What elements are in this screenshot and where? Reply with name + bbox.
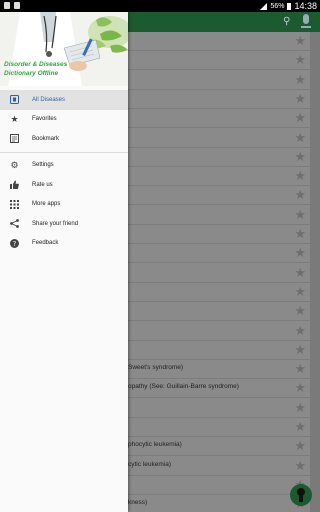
menu-item-label: Feedback — [32, 240, 59, 247]
menu-item-label: Share your friend — [32, 220, 79, 227]
image-notification-icon — [4, 2, 10, 9]
favorite-star-icon[interactable]: ★ — [294, 168, 306, 184]
list-icon — [10, 95, 19, 104]
menu-item-settings[interactable]: ⚙ Settings — [0, 156, 128, 176]
list-item-text: kness) — [128, 499, 148, 507]
list-item-text: opathy (See: Guillain-Barre syndrome) — [128, 383, 239, 391]
menu-item-label: Bookmark — [32, 135, 60, 142]
status-right: 56% 14:38 — [260, 1, 317, 11]
menu-item-bookmark[interactable]: Bookmark — [0, 129, 128, 149]
favorite-star-icon[interactable]: ★ — [294, 419, 306, 435]
fast-scrollbar[interactable] — [310, 32, 320, 512]
share-icon — [10, 219, 19, 228]
favorite-star-icon[interactable]: ★ — [294, 458, 306, 474]
list-item-text: phocytic leukemia) — [128, 441, 182, 449]
status-bar: 56% 14:38 — [0, 0, 320, 12]
favorite-star-icon[interactable]: ★ — [294, 400, 306, 416]
favorite-star-icon[interactable]: ★ — [294, 265, 306, 281]
status-left — [4, 2, 20, 9]
battery-percent: 56% — [270, 2, 285, 10]
star-icon: ★ — [10, 113, 19, 124]
navigation-drawer: Disorder & Diseases Dictionary Offline A… — [0, 12, 128, 512]
favorite-star-icon[interactable]: ★ — [294, 342, 306, 358]
list-item-text: Sweet's syndrome) — [128, 364, 184, 372]
app-title: Disorder & Diseases Dictionary Offline — [4, 60, 67, 78]
favorite-star-icon[interactable]: ★ — [294, 72, 306, 88]
menu-item-feedback[interactable]: ? Feedback — [0, 234, 128, 254]
drawer-menu: All Diseases ★ Favorites Bookmark ⚙ Sett… — [0, 86, 128, 253]
favorite-star-icon[interactable]: ★ — [294, 226, 306, 242]
menu-item-share[interactable]: Share your friend — [0, 214, 128, 234]
favorite-star-icon[interactable]: ★ — [294, 33, 306, 49]
battery-icon — [287, 2, 292, 10]
menu-item-label: Settings — [32, 162, 54, 169]
gear-icon: ⚙ — [10, 159, 19, 170]
menu-item-label: Favorites — [32, 116, 57, 123]
favorite-star-icon[interactable]: ★ — [294, 245, 306, 261]
menu-item-label: Rate us — [32, 181, 53, 188]
favorite-star-icon[interactable]: ★ — [294, 207, 306, 223]
help-icon: ? — [10, 238, 19, 248]
menu-item-more-apps[interactable]: More apps — [0, 195, 128, 215]
favorite-star-icon[interactable]: ★ — [294, 110, 306, 126]
favorite-star-icon[interactable]: ★ — [294, 187, 306, 203]
favorite-star-icon[interactable]: ★ — [294, 303, 306, 319]
favorite-star-icon[interactable]: ★ — [294, 438, 306, 454]
lock-fab-button[interactable] — [290, 484, 312, 506]
menu-item-label: More apps — [32, 201, 61, 208]
svg-text:?: ? — [13, 240, 17, 248]
bookmark-icon — [10, 134, 19, 143]
list-item-text: cytic leukemia) — [128, 460, 171, 468]
menu-item-favorites[interactable]: ★ Favorites — [0, 110, 128, 130]
menu-item-all-diseases[interactable]: All Diseases — [0, 90, 128, 110]
favorite-star-icon[interactable]: ★ — [294, 284, 306, 300]
favorite-star-icon[interactable]: ★ — [294, 130, 306, 146]
app-title-line2: Dictionary Offline — [4, 70, 59, 77]
favorite-star-icon[interactable]: ★ — [294, 149, 306, 165]
favorite-star-icon[interactable]: ★ — [294, 361, 306, 377]
favorite-star-icon[interactable]: ★ — [294, 323, 306, 339]
favorite-star-icon[interactable]: ★ — [294, 380, 306, 396]
grid-icon — [10, 199, 19, 209]
app-title-line1: Disorder & Diseases — [4, 61, 68, 68]
favorite-star-icon[interactable]: ★ — [294, 91, 306, 107]
menu-item-rate-us[interactable]: Rate us — [0, 175, 128, 195]
signal-icon — [260, 2, 268, 10]
drawer-header: Disorder & Diseases Dictionary Offline — [0, 12, 128, 86]
clock: 14:38 — [294, 1, 317, 11]
mic-icon[interactable] — [300, 14, 312, 30]
favorite-star-icon[interactable]: ★ — [294, 52, 306, 68]
menu-divider — [0, 151, 128, 153]
search-icon[interactable]: ⚲ — [283, 16, 294, 27]
menu-item-label: All Diseases — [32, 96, 66, 103]
save-notification-icon — [14, 2, 20, 9]
thumbs-up-icon — [10, 180, 19, 189]
